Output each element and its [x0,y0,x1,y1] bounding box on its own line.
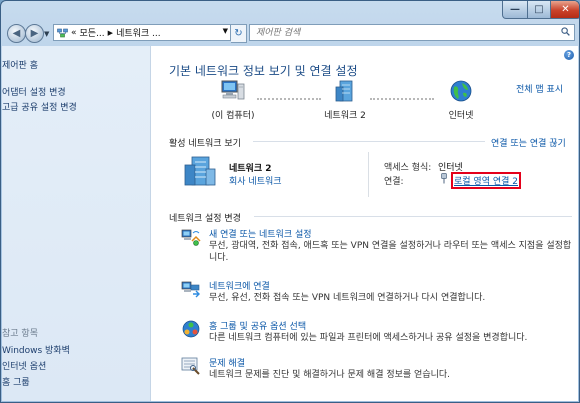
forward-button[interactable]: ▶ [25,24,44,43]
sidebar-item-change-adapter-settings[interactable]: 어댑터 설정 변경 [2,85,66,98]
task-troubleshoot: 문제 해결 네트워크 문제를 진단 및 해결하거나 문제 해결 정보를 얻습니다… [181,356,576,384]
network-building-icon [335,80,353,102]
maximize-button[interactable]: □ [527,1,551,19]
access-type-label: 액세스 형식: [384,163,432,173]
map-node-internet-label: 인터넷 [448,111,474,121]
see-also-heading: 참고 항목 [2,329,38,339]
sidebar-item-homegroup[interactable]: 홈 그룹 [2,375,30,388]
task-connect-network: 네트워크에 연결 무선, 유선, 전화 접속 또는 VPN 네트워크에 연결하거… [181,279,576,307]
back-button[interactable]: ◀ [7,24,26,43]
network-sharing-center-window: — □ ✕ ◀ ▶ ▼ « 모든... ▶ 네트워크 ... ▼ ↻ 제어판 검… [0,0,580,403]
globe-icon [450,80,472,102]
recent-pages-dropdown-icon[interactable]: ▼ [44,30,49,38]
sidebar-item-control-panel-home[interactable]: 제어판 홈 [2,58,38,71]
minimize-button[interactable]: — [502,1,528,19]
search-input[interactable] [254,25,548,41]
help-icon[interactable]: ? [564,50,574,60]
local-area-connection-link[interactable]: 로컬 영역 연결 2 [451,172,521,189]
map-node-network-2-label: 네트워크 2 [324,111,366,121]
search-box[interactable] [249,24,575,41]
sidebar-item-advanced-sharing-settings[interactable]: 고급 공유 설정 변경 [2,100,77,113]
refresh-button[interactable]: ↻ [231,24,247,43]
ethernet-plug-icon [441,173,447,184]
section-divider [254,216,572,217]
connect-or-disconnect-link[interactable]: 연결 또는 연결 끊기 [491,136,566,149]
new-connection-icon [181,229,201,246]
task-homegroup-sharing: 홈 그룹 및 공유 옵션 선택 다른 네트워크 컴퓨터에 있는 파일과 프린터에… [181,319,576,347]
map-node-internet[interactable]: 인터넷 [435,79,487,121]
homegroup-icon [182,320,200,338]
computer-icon [221,80,245,100]
task-new-connection: 새 연결 또는 네트워크 설정 무선, 광대역, 전화 접속, 애드혹 또는 V… [181,227,576,267]
sidebar: 제어판 홈 어댑터 설정 변경 고급 공유 설정 변경 참고 항목 Window… [2,46,151,401]
title-bar: — □ ✕ [1,1,579,19]
map-connector-line [257,98,321,101]
network-folder-icon [57,28,68,38]
troubleshoot-icon [181,357,200,375]
connect-network-icon [181,281,200,298]
sidebar-item-windows-firewall[interactable]: Windows 방화벽 [2,343,70,356]
breadcrumb-network-center[interactable]: 네트워크 ... [116,26,161,39]
homegroup-sharing-description: 다른 네트워크 컴퓨터에 있는 파일과 프린터에 액세스하거나 공유 설정을 변… [209,333,528,343]
panel-divider [368,152,369,197]
address-dropdown-icon[interactable]: ▼ [223,27,228,35]
section-divider [253,141,485,142]
map-node-this-computer[interactable]: (이 컴퓨터) [203,79,263,121]
connections-label: 연결: [384,177,404,187]
active-network-panel: 네트워크 2 회사 네트워크 액세스 형식: 인터넷 연결: 로컬 영역 연결 … [169,149,569,197]
new-connection-description: 무선, 광대역, 전화 접속, 애드혹 또는 VPN 연결을 설정하거나 라우터… [209,241,572,263]
change-settings-heading: 네트워크 설정 변경 [169,214,241,224]
map-node-network-2[interactable]: 네트워크 2 [318,79,372,121]
new-connection-link[interactable]: 새 연결 또는 네트워크 설정 [209,227,312,240]
search-icon[interactable] [561,27,570,36]
active-networks-heading: 활성 네트워크 보기 [169,139,241,149]
address-bar[interactable]: « 모든... ▶ 네트워크 ... ▼ [53,24,231,41]
network-name: 네트워크 2 [229,164,272,174]
work-network-icon [184,156,216,186]
connect-to-network-link[interactable]: 네트워크에 연결 [209,279,270,292]
navigation-bar: ◀ ▶ ▼ « 모든... ▶ 네트워크 ... ▼ ↻ [1,21,579,45]
breadcrumb-all-control-panel[interactable]: 모든... [80,26,105,39]
network-type-link[interactable]: 회사 네트워크 [229,174,282,187]
breadcrumb-separator-icon[interactable]: ▶ [108,29,113,37]
main-pane: ? 기본 네트워크 정보 보기 및 연결 설정 전체 맵 표시 (이 컴퓨터) [151,46,578,401]
sidebar-item-internet-options[interactable]: 인터넷 옵션 [2,359,46,372]
homegroup-sharing-link[interactable]: 홈 그룹 및 공유 옵션 선택 [209,319,306,332]
view-full-map-link[interactable]: 전체 맵 표시 [516,82,563,95]
map-node-this-computer-label: (이 컴퓨터) [211,111,255,121]
close-button[interactable]: ✕ [550,1,579,19]
troubleshoot-description: 네트워크 문제를 진단 및 해결하거나 문제 해결 정보를 얻습니다. [209,370,451,380]
page-title: 기본 네트워크 정보 보기 및 연결 설정 [169,64,358,78]
breadcrumb-overflow[interactable]: « [71,28,77,38]
troubleshoot-link[interactable]: 문제 해결 [209,356,245,369]
connect-to-network-description: 무선, 유선, 전화 접속 또는 VPN 네트워크에 연결하거나 다시 연결합니… [209,293,486,303]
map-connector-line [370,98,434,101]
